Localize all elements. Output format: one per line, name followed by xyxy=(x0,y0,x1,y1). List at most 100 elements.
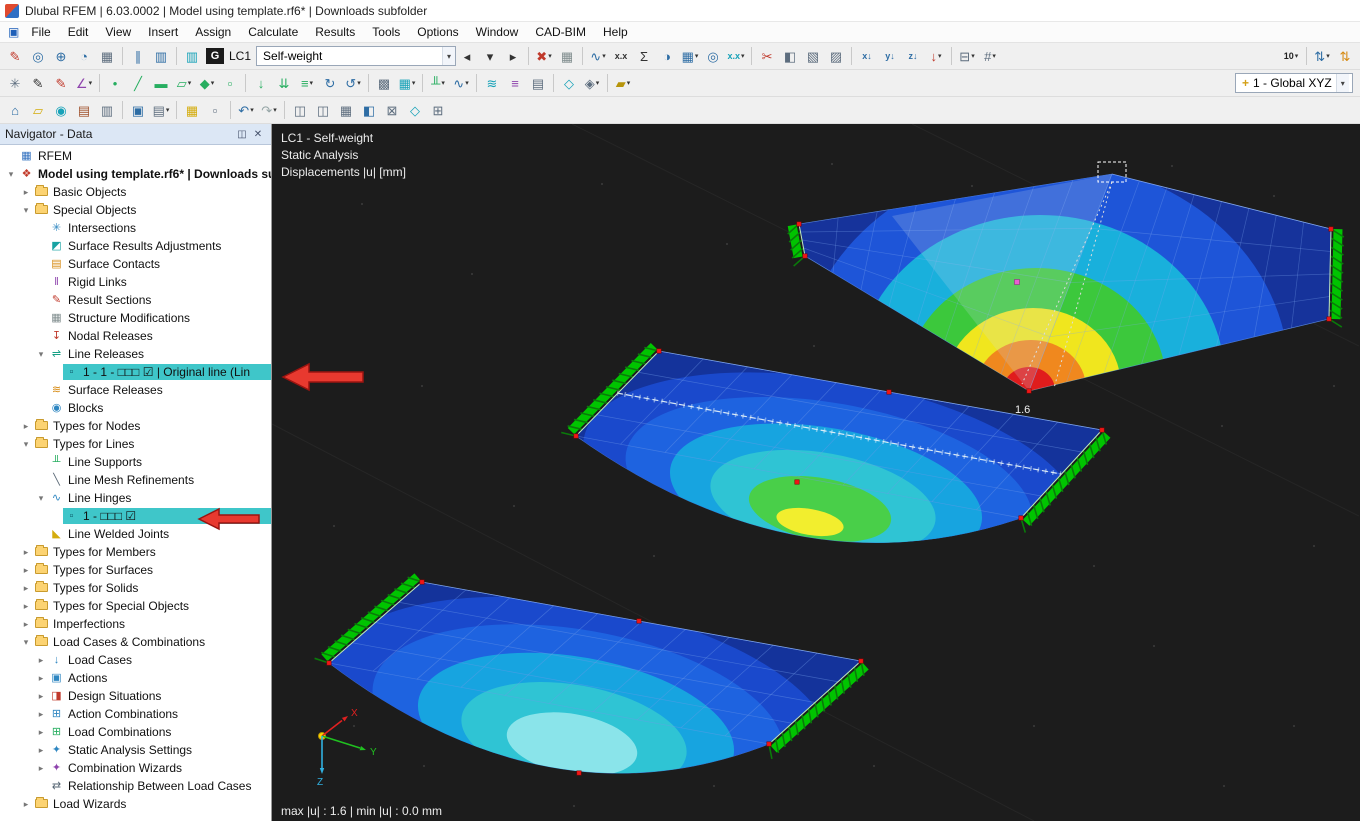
values-on-surfaces-icon[interactable]: x.x▾ xyxy=(725,45,747,67)
chevron-down-icon[interactable]: ▾ xyxy=(442,47,455,65)
chevron-down-icon[interactable]: ▾ xyxy=(1336,74,1349,92)
filter-z-icon[interactable]: z↓ xyxy=(902,45,924,67)
clipboard-icon[interactable]: ▤ xyxy=(73,99,95,121)
load-case-list-caret[interactable]: ▾ xyxy=(479,45,501,67)
numbering-icon[interactable]: #▾ xyxy=(979,45,1001,67)
chevron-right-icon[interactable]: ▸ xyxy=(19,799,33,810)
zoom-all-icon[interactable]: ⊕ xyxy=(50,45,72,67)
surface-load-icon[interactable]: ≡▾ xyxy=(296,72,318,94)
window-menu-icon[interactable]: ▣ xyxy=(8,25,19,39)
save-icon[interactable]: ▣ xyxy=(127,99,149,121)
chevron-right-icon[interactable]: ▸ xyxy=(34,727,48,738)
new-opening-icon[interactable]: ▫ xyxy=(219,72,241,94)
window-quad-icon[interactable]: ▦ xyxy=(335,99,357,121)
solid-display-icon[interactable]: ◧ xyxy=(779,45,801,67)
smooth-contours-icon[interactable]: ◑ xyxy=(656,45,678,67)
chevron-right-icon[interactable]: ▸ xyxy=(19,619,33,630)
menu-insert[interactable]: Insert xyxy=(140,23,186,41)
display-properties-icon[interactable]: ◈▾ xyxy=(581,72,603,94)
chevron-down-icon[interactable]: ▾ xyxy=(34,349,48,360)
tree-item-types-for-nodes[interactable]: ▸Types for Nodes xyxy=(0,417,271,435)
edit-selected-objects-icon[interactable]: ✎ xyxy=(4,45,26,67)
zoom-to-results-icon[interactable]: ◎ xyxy=(702,45,724,67)
tree-item-combination-wizards[interactable]: ▸✦Combination Wizards xyxy=(0,759,271,777)
user-visibility-icon[interactable]: ⊟▾ xyxy=(956,45,978,67)
isometric-view-icon[interactable]: ◇ xyxy=(558,72,580,94)
zoom-previous-icon[interactable]: ◔ xyxy=(73,45,95,67)
tree-item-action-combinations[interactable]: ▸⊞Action Combinations xyxy=(0,705,271,723)
clipping-section-icon[interactable]: ✂ xyxy=(756,45,778,67)
redo-icon[interactable]: ↷▾ xyxy=(258,99,280,121)
select-objects-icon[interactable]: ▰▾ xyxy=(612,72,634,94)
tree-item-load-cases[interactable]: ▸↓Load Cases xyxy=(0,651,271,669)
menu-options[interactable]: Options xyxy=(409,23,466,41)
generate-mesh-icon[interactable]: ▦▾ xyxy=(396,72,418,94)
menu-results[interactable]: Results xyxy=(307,23,363,41)
chevron-right-icon[interactable]: ▸ xyxy=(19,547,33,558)
filter-x-icon[interactable]: x↓ xyxy=(856,45,878,67)
comment-icon[interactable]: ▫ xyxy=(204,99,226,121)
navigator-home-icon[interactable]: ⌂ xyxy=(4,99,26,121)
menu-help[interactable]: Help xyxy=(595,23,636,41)
tree-item-line-hinges[interactable]: ▾∿Line Hinges xyxy=(0,489,271,507)
menu-window[interactable]: Window xyxy=(468,23,527,41)
guideline-icon[interactable]: ✎ xyxy=(27,72,49,94)
tree-item-types-for-solids[interactable]: ▸Types for Solids xyxy=(0,579,271,597)
result-values-icon[interactable]: x.x xyxy=(610,45,632,67)
tree-item-types-for-special-objects[interactable]: ▸Types for Special Objects xyxy=(0,597,271,615)
extreme-values-icon[interactable]: Σ xyxy=(633,45,655,67)
viewport-3d-scene[interactable]: X Y Z 1.6 xyxy=(272,124,1359,821)
tree-item-blocks[interactable]: ◉Blocks xyxy=(0,399,271,417)
window-single-icon[interactable]: ◫ xyxy=(289,99,311,121)
chevron-right-icon[interactable]: ▸ xyxy=(19,187,33,198)
tree-item-structure-modifications[interactable]: ▦Structure Modifications xyxy=(0,309,271,327)
chevron-right-icon[interactable]: ▸ xyxy=(19,601,33,612)
tree-item-model[interactable]: ▾❖Model using template.rf6* | Downloads … xyxy=(0,165,271,183)
line-hinge-icon[interactable]: ∿▾ xyxy=(450,72,472,94)
tree-item-rigid-links[interactable]: ‖Rigid Links xyxy=(0,273,271,291)
tree-item-line-releases[interactable]: ▾⇌Line Releases xyxy=(0,345,271,363)
free-load-icon[interactable]: ↺▾ xyxy=(342,72,364,94)
next-load-case-button[interactable]: ▸ xyxy=(502,45,524,67)
nodal-support-icon[interactable]: ╨▾ xyxy=(427,72,449,94)
tree-item-design-situations[interactable]: ▸◨Design Situations xyxy=(0,687,271,705)
navigator-panel-toggle-icon[interactable]: ∥ xyxy=(127,45,149,67)
coordinate-system-combobox[interactable]: + 1 - Global XYZ ▾ xyxy=(1235,73,1353,93)
chevron-right-icon[interactable]: ▸ xyxy=(19,583,33,594)
results-table-icon[interactable]: ▥ xyxy=(181,45,203,67)
tree-item-surface-contacts[interactable]: ▤Surface Contacts xyxy=(0,255,271,273)
window-split-horizontal-icon[interactable]: ◫ xyxy=(312,99,334,121)
menu-assign[interactable]: Assign xyxy=(187,23,239,41)
mesh-settings-icon[interactable]: ▩ xyxy=(373,72,395,94)
show-results-icon[interactable]: ∿▾ xyxy=(587,45,609,67)
chevron-right-icon[interactable]: ▸ xyxy=(19,421,33,432)
dlubal-cloud-icon[interactable]: ◉ xyxy=(50,99,72,121)
dimension-icon[interactable]: ∠▾ xyxy=(73,72,95,94)
tree-item-nodal-releases[interactable]: ↧Nodal Releases xyxy=(0,327,271,345)
visibility-mode-icon[interactable]: ▨ xyxy=(825,45,847,67)
tree-item-special-objects[interactable]: ▾Special Objects xyxy=(0,201,271,219)
viewport[interactable]: X Y Z 1.6 LC1 - Self-weight Static Analy… xyxy=(272,124,1360,821)
renumber-icon[interactable]: ⇅▾ xyxy=(1311,45,1333,67)
tree-item-surface-releases[interactable]: ≋Surface Releases xyxy=(0,381,271,399)
chevron-right-icon[interactable]: ▸ xyxy=(34,745,48,756)
chevron-down-icon[interactable]: ▾ xyxy=(19,205,33,216)
new-node-icon[interactable]: • xyxy=(104,72,126,94)
tree-item-line-release-1[interactable]: ▫1 - 1 - □□□ ☑ | Original line (Lin xyxy=(0,363,271,381)
nodal-load-icon[interactable]: ↓ xyxy=(250,72,272,94)
tree-item-load-cases-combinations[interactable]: ▾Load Cases & Combinations xyxy=(0,633,271,651)
menu-view[interactable]: View xyxy=(97,23,139,41)
window-active-icon[interactable]: ◧ xyxy=(358,99,380,121)
filter-y-icon[interactable]: y↓ xyxy=(879,45,901,67)
tree-item-intersections[interactable]: ✳Intersections xyxy=(0,219,271,237)
tree-item-rfem-root[interactable]: ▦RFEM xyxy=(0,147,271,165)
open-model-icon[interactable]: ▱ xyxy=(27,99,49,121)
menu-calculate[interactable]: Calculate xyxy=(240,23,306,41)
chevron-right-icon[interactable]: ▸ xyxy=(34,673,48,684)
tables-panel-toggle-icon[interactable]: ▥ xyxy=(150,45,172,67)
tree-item-result-sections[interactable]: ✎Result Sections xyxy=(0,291,271,309)
pin-panel-icon[interactable]: ◫ xyxy=(234,129,250,140)
edit-guideline-icon[interactable]: ✎ xyxy=(50,72,72,94)
wind-simulation-icon[interactable]: ≋ xyxy=(481,72,503,94)
chevron-down-icon[interactable]: ▾ xyxy=(19,637,33,648)
